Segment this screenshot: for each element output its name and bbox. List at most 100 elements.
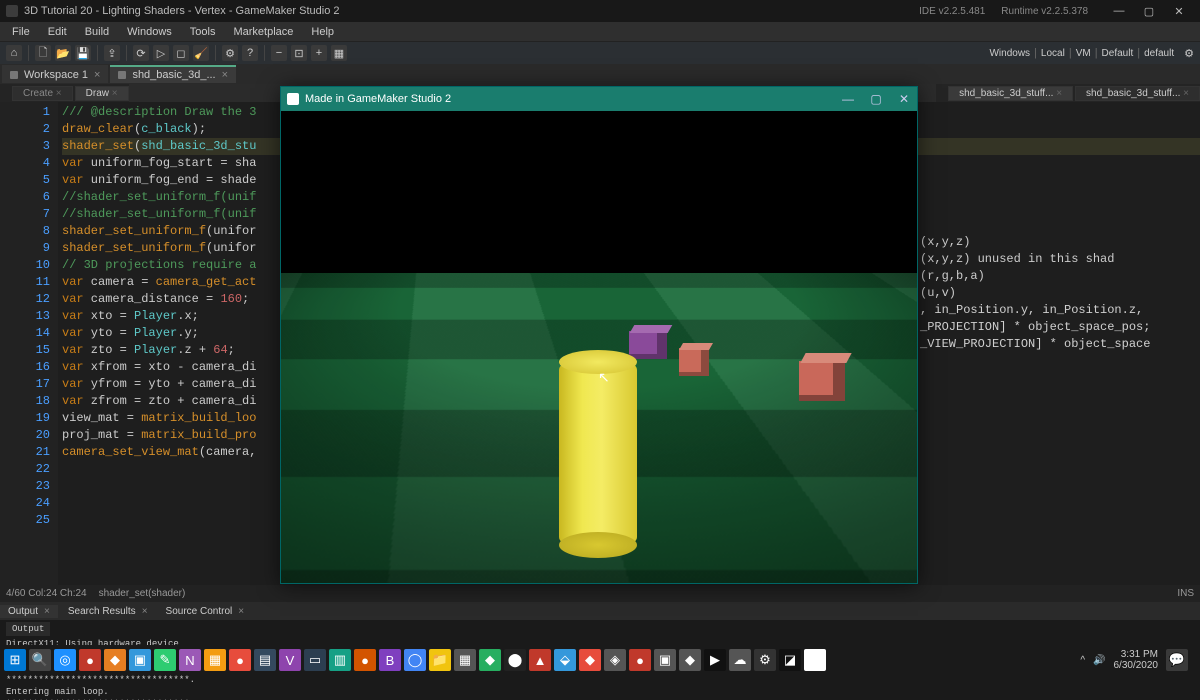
export-icon[interactable]: ⇪ xyxy=(104,45,120,61)
taskbar-app-icon[interactable]: ▣ xyxy=(654,649,676,671)
doc-tab[interactable]: Draw × xyxy=(75,86,129,101)
taskbar-app-icon[interactable]: ◆ xyxy=(104,649,126,671)
game-titlebar[interactable]: Made in GameMaker Studio 2 — ▢ ✕ xyxy=(281,87,917,111)
game-minimize-button[interactable]: — xyxy=(841,92,855,106)
taskbar-app-icon[interactable]: ⬤ xyxy=(504,649,526,671)
target-vm[interactable]: VM xyxy=(1076,48,1091,59)
taskbar-app-icon[interactable]: ◆ xyxy=(804,649,826,671)
close-icon[interactable]: × xyxy=(222,69,228,81)
tray-notification-icon[interactable]: 💬 xyxy=(1166,649,1188,671)
taskbar-app-icon[interactable]: N xyxy=(179,649,201,671)
close-icon[interactable]: × xyxy=(1180,88,1189,99)
menu-build[interactable]: Build xyxy=(77,24,117,40)
panel-tab-source-control[interactable]: Source Control× xyxy=(158,605,253,618)
windows-taskbar[interactable]: ⊞🔍◎●◆▣✎N▦●▤V▭▥●B◯📁▦◆⬤▲⬙◆◈●▣◆▶☁⚙◪◆ ^ 🔊 3:… xyxy=(0,645,1200,675)
close-icon[interactable]: × xyxy=(109,88,118,99)
workspace-tab[interactable]: Workspace 1× xyxy=(2,65,108,83)
settings-icon[interactable]: ⚙ xyxy=(222,45,238,61)
taskbar-app-icon[interactable]: ⬙ xyxy=(554,649,576,671)
close-icon[interactable]: × xyxy=(53,88,62,99)
taskbar-app-icon[interactable]: ▣ xyxy=(129,649,151,671)
taskbar-app-icon[interactable]: ● xyxy=(79,649,101,671)
menu-tools[interactable]: Tools xyxy=(182,24,224,40)
workspace-tab[interactable]: shd_basic_3d_...× xyxy=(110,65,236,83)
maximize-button[interactable]: ▢ xyxy=(1134,1,1164,21)
doc-tab[interactable]: Create × xyxy=(12,86,73,101)
cube-red-2 xyxy=(799,361,845,401)
taskbar-app-icon[interactable]: ◪ xyxy=(779,649,801,671)
output-subtab[interactable]: Output xyxy=(6,622,50,636)
taskbar-app-icon[interactable]: ◆ xyxy=(679,649,701,671)
taskbar-app-icon[interactable]: ◯ xyxy=(404,649,426,671)
zoom-out-icon[interactable]: − xyxy=(271,45,287,61)
shader-tabs: shd_basic_3d_stuff... ×shd_basic_3d_stuf… xyxy=(936,84,1200,102)
taskbar-app-icon[interactable]: ● xyxy=(229,649,251,671)
taskbar-app-icon[interactable]: ◆ xyxy=(479,649,501,671)
cube-red-1 xyxy=(679,348,709,376)
save-icon[interactable]: 💾 xyxy=(75,45,91,61)
taskbar-app-icon[interactable]: ◎ xyxy=(54,649,76,671)
clean-icon[interactable]: 🧹 xyxy=(193,45,209,61)
insert-mode: INS xyxy=(1177,588,1194,599)
target-default[interactable]: Default xyxy=(1102,48,1134,59)
taskbar-app-icon[interactable]: ◆ xyxy=(579,649,601,671)
panel-tab-search-results[interactable]: Search Results× xyxy=(60,605,156,618)
tray-chevron-icon[interactable]: ^ xyxy=(1080,655,1085,666)
taskbar-app-icon[interactable]: ▤ xyxy=(254,649,276,671)
doc-tab[interactable]: shd_basic_3d_stuff... × xyxy=(1075,86,1200,101)
open-icon[interactable]: 📂 xyxy=(55,45,71,61)
minimize-button[interactable]: — xyxy=(1104,1,1134,21)
new-icon[interactable]: 🗋 xyxy=(35,45,51,61)
system-clock[interactable]: 3:31 PM 6/30/2020 xyxy=(1114,649,1159,671)
taskbar-app-icon[interactable]: V xyxy=(279,649,301,671)
taskbar-app-icon[interactable]: ◈ xyxy=(604,649,626,671)
menu-windows[interactable]: Windows xyxy=(119,24,180,40)
close-button[interactable]: ✕ xyxy=(1164,1,1194,21)
taskbar-app-icon[interactable]: ● xyxy=(354,649,376,671)
zoom-reset-icon[interactable]: ⊡ xyxy=(291,45,307,61)
taskbar-app-icon[interactable]: ▲ xyxy=(529,649,551,671)
panel-tab-output[interactable]: Output× xyxy=(0,605,58,618)
game-window[interactable]: Made in GameMaker Studio 2 — ▢ ✕ ↖ xyxy=(280,86,918,584)
game-logo-icon xyxy=(287,93,299,105)
target-local[interactable]: Local xyxy=(1041,48,1065,59)
taskbar-app-icon[interactable]: 📁 xyxy=(429,649,451,671)
close-icon[interactable]: × xyxy=(94,69,100,81)
debug-icon[interactable]: ⟳ xyxy=(133,45,149,61)
workspace-tabs: Workspace 1×shd_basic_3d_...× xyxy=(0,64,1200,84)
layout-icon[interactable]: ▦ xyxy=(331,45,347,61)
taskbar-app-icon[interactable]: ▦ xyxy=(204,649,226,671)
game-close-button[interactable]: ✕ xyxy=(897,92,911,106)
help-icon[interactable]: ? xyxy=(242,45,258,61)
target-windows[interactable]: Windows xyxy=(989,48,1030,59)
taskbar-app-icon[interactable]: B xyxy=(379,649,401,671)
taskbar-app-icon[interactable]: ▦ xyxy=(454,649,476,671)
event-tabs: Create ×Draw × xyxy=(0,84,129,102)
zoom-in-icon[interactable]: + xyxy=(311,45,327,61)
tray-volume-icon[interactable]: 🔊 xyxy=(1093,655,1105,666)
taskbar-app-icon[interactable]: ☁ xyxy=(729,649,751,671)
close-icon[interactable]: × xyxy=(1053,88,1062,99)
output-line: **********************************. xyxy=(6,674,1194,686)
target-settings-icon[interactable]: ⚙ xyxy=(1184,47,1194,60)
menu-file[interactable]: File xyxy=(4,24,38,40)
taskbar-app-icon[interactable]: ✎ xyxy=(154,649,176,671)
menu-help[interactable]: Help xyxy=(303,24,342,40)
taskbar-app-icon[interactable]: ▶ xyxy=(704,649,726,671)
menu-marketplace[interactable]: Marketplace xyxy=(225,24,301,40)
taskbar-app-icon[interactable]: ● xyxy=(629,649,651,671)
stop-icon[interactable]: ◻ xyxy=(173,45,189,61)
home-icon[interactable]: ⌂ xyxy=(6,45,22,61)
taskbar-app-icon[interactable]: ▭ xyxy=(304,649,326,671)
taskbar-app-icon[interactable]: 🔍 xyxy=(29,649,51,671)
cube-purple xyxy=(629,331,667,359)
target-default[interactable]: default xyxy=(1144,48,1174,59)
run-icon[interactable]: ▷ xyxy=(153,45,169,61)
taskbar-app-icon[interactable]: ⊞ xyxy=(4,649,26,671)
taskbar-app-icon[interactable]: ⚙ xyxy=(754,649,776,671)
taskbar-app-icon[interactable]: ▥ xyxy=(329,649,351,671)
menu-edit[interactable]: Edit xyxy=(40,24,75,40)
doc-tab[interactable]: shd_basic_3d_stuff... × xyxy=(948,86,1073,101)
ide-version: IDE v2.2.5.481 xyxy=(919,6,985,17)
game-maximize-button[interactable]: ▢ xyxy=(869,92,883,106)
